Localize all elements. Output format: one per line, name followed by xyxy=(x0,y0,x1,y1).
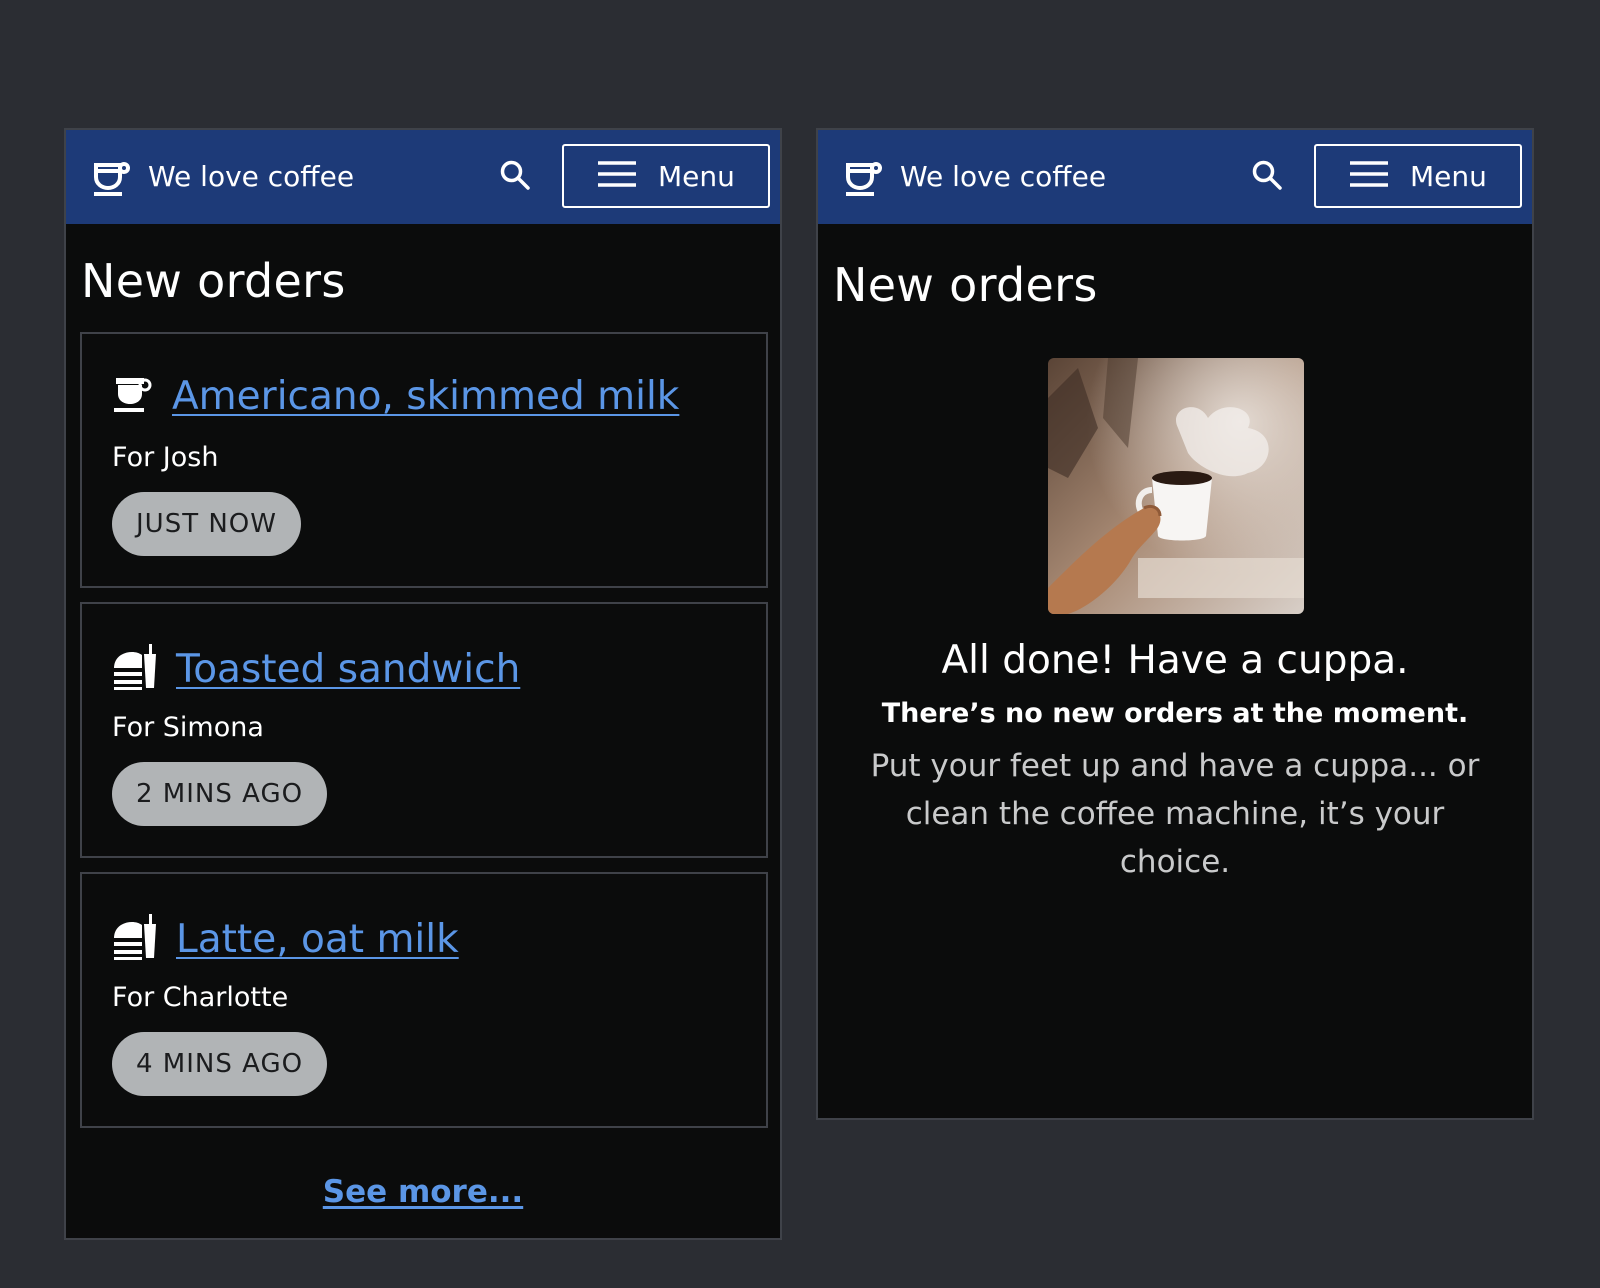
order-card: Americano, skimmed milk For Josh JUST NO… xyxy=(80,332,768,588)
time-badge: JUST NOW xyxy=(112,492,301,556)
coffee-cup-icon xyxy=(112,376,152,418)
order-customer: For Simona xyxy=(112,712,264,743)
hamburger-icon xyxy=(598,161,636,191)
order-link[interactable]: Latte, oat milk xyxy=(176,917,459,962)
order-link[interactable]: Toasted sandwich xyxy=(176,647,520,692)
menu-label: Menu xyxy=(1410,159,1487,193)
time-badge: 2 MINS AGO xyxy=(112,762,328,826)
coffee-cup-icon xyxy=(92,157,130,197)
food-drink-icon xyxy=(112,644,156,694)
brand-name: We love coffee xyxy=(900,160,1107,193)
page-title: New orders xyxy=(833,258,1098,312)
brand-link[interactable]: We love coffee xyxy=(92,156,354,198)
order-card: Latte, oat milk For Charlotte 4 MINS AGO xyxy=(80,872,768,1128)
page-title: New orders xyxy=(81,254,346,308)
header-bar: We love coffee Menu xyxy=(66,130,780,224)
search-icon xyxy=(499,159,531,195)
menu-button[interactable]: Menu xyxy=(562,144,770,208)
food-drink-icon xyxy=(112,914,156,964)
brand-link[interactable]: We love coffee xyxy=(844,156,1106,198)
order-customer: For Josh xyxy=(112,442,219,473)
menu-label: Menu xyxy=(658,159,735,193)
search-icon xyxy=(1251,159,1283,195)
coffee-photo xyxy=(1048,358,1304,614)
coffee-cup-icon xyxy=(844,157,882,197)
order-card: Toasted sandwich For Simona 2 MINS AGO xyxy=(80,602,768,858)
search-button[interactable] xyxy=(1246,156,1288,198)
empty-state-subtitle: There’s no new orders at the moment. xyxy=(881,698,1469,729)
menu-button[interactable]: Menu xyxy=(1314,144,1522,208)
see-more-link[interactable]: See more... xyxy=(66,1174,780,1210)
hamburger-icon xyxy=(1350,161,1388,191)
empty-state-title: All done! Have a cuppa. xyxy=(941,638,1409,683)
phone-screen-empty: We love coffee Menu New orders All done!… xyxy=(816,128,1534,1120)
phone-screen-orders: We love coffee Menu New orders Americano… xyxy=(64,128,782,1240)
time-badge: 4 MINS AGO xyxy=(112,1032,328,1096)
order-link[interactable]: Americano, skimmed milk xyxy=(172,374,679,419)
empty-state-body: Put your feet up and have a cuppa... or … xyxy=(870,748,1480,880)
order-customer: For Charlotte xyxy=(112,982,289,1013)
header-bar: We love coffee Menu xyxy=(818,130,1532,224)
search-button[interactable] xyxy=(494,156,536,198)
brand-name: We love coffee xyxy=(148,160,355,193)
